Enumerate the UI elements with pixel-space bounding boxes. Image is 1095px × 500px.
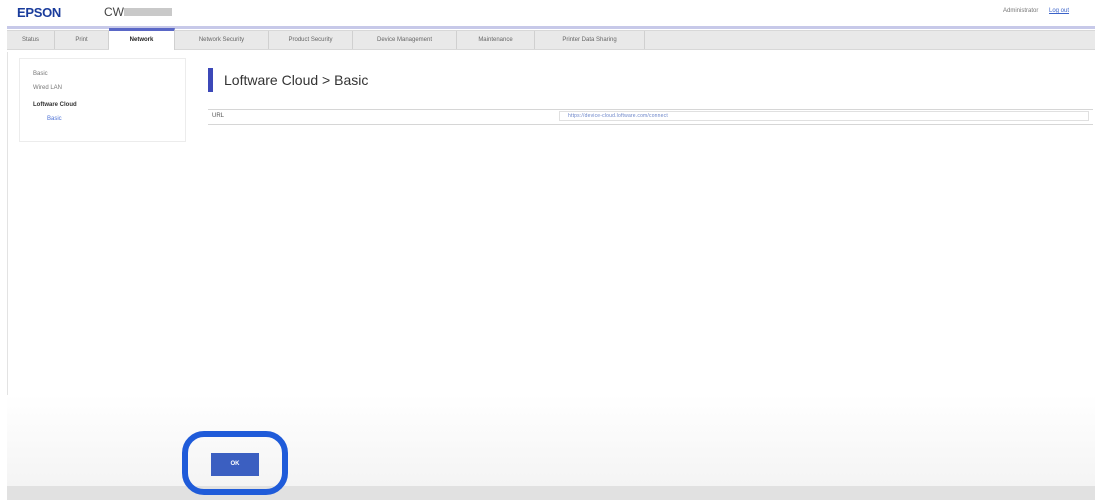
page-title: Loftware Cloud > Basic (224, 72, 369, 88)
footer-bar (7, 486, 1095, 500)
top-bar: EPSON CW- Administrator Log out (0, 0, 1095, 24)
logout-link[interactable]: Log out (1049, 8, 1069, 14)
tab-print[interactable]: Print (55, 31, 109, 49)
url-label: URL (212, 113, 225, 119)
tab-maintenance[interactable]: Maintenance (457, 31, 535, 49)
url-value-field[interactable]: https://device-cloud.loftware.com/connec… (559, 111, 1089, 121)
url-setting-row: URL https://device-cloud.loftware.com/co… (208, 109, 1093, 125)
sidebar-item-loftware-cloud[interactable]: Loftware Cloud (33, 102, 77, 108)
tab-network-security[interactable]: Network Security (175, 31, 269, 49)
admin-label: Administrator (1003, 8, 1039, 14)
main-tab-bar: Status Print Network Network Security Pr… (7, 26, 1095, 50)
tab-network[interactable]: Network (109, 28, 175, 50)
sidebar: Basic Wired LAN Loftware Cloud Basic (19, 58, 186, 142)
url-value: https://device-cloud.loftware.com/connec… (568, 113, 668, 119)
model-name-redaction (124, 8, 172, 16)
sidebar-item-wired-lan[interactable]: Wired LAN (33, 85, 62, 91)
tab-product-security[interactable]: Product Security (269, 31, 353, 49)
tab-printer-data-sharing[interactable]: Printer Data Sharing (535, 31, 645, 49)
sidebar-subitem-basic[interactable]: Basic (47, 116, 62, 122)
page-title-marker (208, 68, 213, 92)
ok-button-highlight-callout (182, 431, 288, 495)
sidebar-item-basic[interactable]: Basic (33, 71, 48, 77)
tab-status[interactable]: Status (7, 31, 55, 49)
epson-logo: EPSON (17, 5, 62, 20)
tab-device-management[interactable]: Device Management (353, 31, 457, 49)
footer-area (7, 395, 1095, 486)
